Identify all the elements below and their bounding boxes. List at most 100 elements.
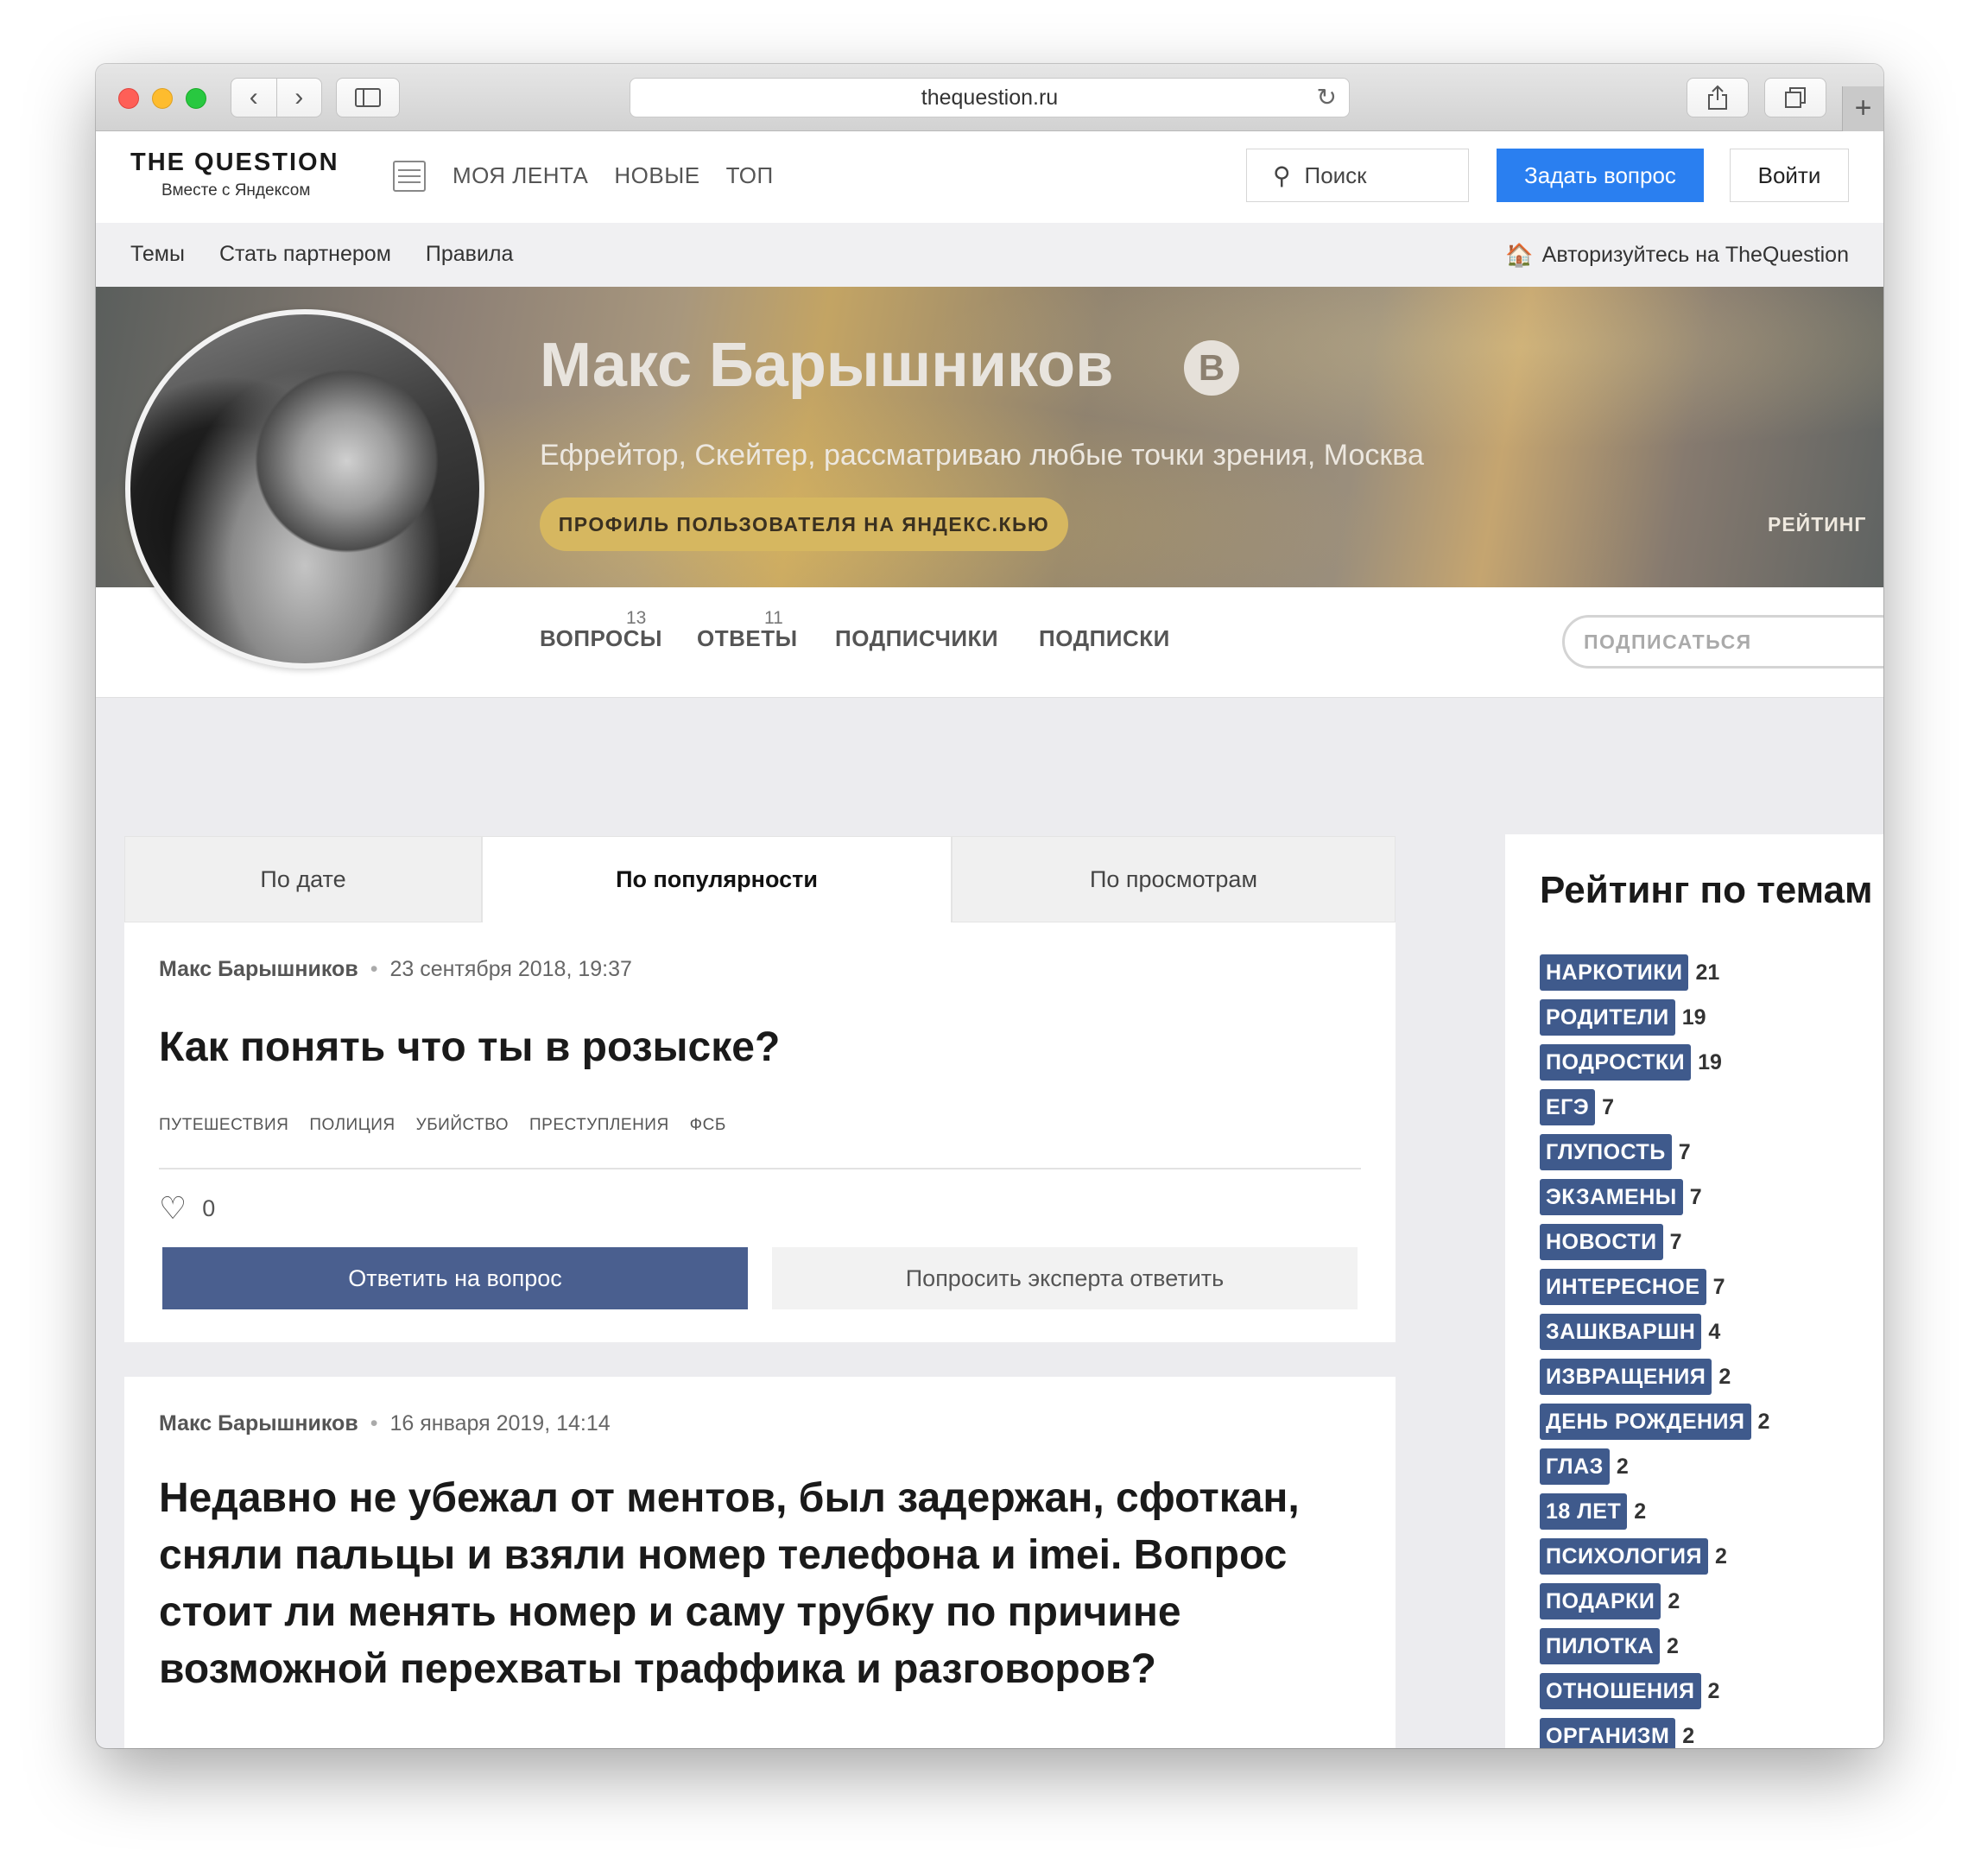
like-count: 0 [202,1195,216,1221]
topic-rating-item: ПИЛОТКА 2 [1540,1624,1769,1669]
share-icon [1708,85,1727,110]
question-topics: ПУТЕШЕСТВИЯ ПОЛИЦИЯ УБИЙСТВО ПРЕСТУПЛЕНИ… [159,1116,726,1135]
topic-score: 2 [1668,1588,1680,1613]
topic-tag[interactable]: ПСИХОЛОГИЯ [1540,1538,1708,1575]
ask-expert-button[interactable]: Попросить эксперта ответить [772,1247,1358,1309]
nav-top[interactable]: ТОП [726,162,774,189]
topic-tag[interactable]: НАРКОТИКИ [1540,954,1689,991]
close-window-button[interactable] [118,88,139,109]
topic-rating-item: ЗАШКВАРШН 4 [1540,1309,1769,1354]
tab-by-popularity[interactable]: По популярности [482,836,952,922]
topic-rating-title: Рейтинг по темам [1540,869,1873,911]
topic-tag[interactable]: НОВОСТИ [1540,1224,1663,1260]
question-date: 23 сентября 2018, 19:37 [389,957,632,981]
topic-tag[interactable]: РОДИТЕЛИ [1540,999,1675,1036]
minimize-window-button[interactable] [152,88,173,109]
topic-rating-item: ЕГЭ 7 [1540,1085,1769,1130]
answer-question-button[interactable]: Ответить на вопрос [162,1247,748,1309]
topic-score: 2 [1757,1409,1770,1434]
browser-window: ‹ › thequestion.ru ↻ + THE QUESTION Вмес… [96,64,1883,1748]
topic-tag[interactable]: ДЕНЬ РОЖДЕНИЯ [1540,1404,1751,1440]
zoom-window-button[interactable] [186,88,206,109]
show-tabs-button[interactable] [1764,78,1826,117]
topic-tag[interactable]: ИЗВРАЩЕНИЯ [1540,1359,1712,1395]
topic-tag[interactable]: ПИЛОТКА [1540,1628,1661,1664]
topic-score: 2 [1718,1364,1731,1389]
site-logo[interactable]: THE QUESTION [130,149,339,177]
question-title[interactable]: Недавно не убежал от ментов, был задержа… [159,1470,1368,1698]
question-author[interactable]: Макс Барышников [159,1411,358,1436]
topic-score: 21 [1695,960,1720,985]
topic-tag[interactable]: ГЛУПОСТЬ [1540,1134,1672,1170]
topic-tag[interactable]: ЭКЗАМЕНЫ [1540,1179,1683,1215]
topic-score: 7 [1689,1184,1702,1209]
forward-arrow-icon[interactable]: › [277,79,322,117]
yandex-profile-button[interactable]: ПРОФИЛЬ ПОЛЬЗОВАТЕЛЯ НА ЯНДЕКС.КЬЮ [540,498,1068,551]
topic-score: 2 [1634,1499,1647,1524]
nav-my-feed[interactable]: МОЯ ЛЕНТА [453,162,588,189]
nav-new[interactable]: НОВЫЕ [614,162,699,189]
topic-rating-item: ОРГАНИЗМ 2 [1540,1714,1769,1748]
topic-rating-item: ИЗВРАЩЕНИЯ 2 [1540,1354,1769,1399]
link-rules[interactable]: Правила [426,242,514,267]
topic-score: 2 [1707,1678,1720,1703]
ask-question-button[interactable]: Задать вопрос [1497,149,1704,202]
back-arrow-icon[interactable]: ‹ [231,79,277,117]
topic-score: 19 [1698,1049,1722,1074]
topic-tag[interactable]: ИНТЕРЕСНОЕ [1540,1269,1706,1305]
topic-link[interactable]: ПУТЕШЕСТВИЯ [159,1116,288,1135]
topic-tag[interactable]: ГЛАЗ [1540,1448,1610,1485]
topic-tag[interactable]: ЗАШКВАРШН [1540,1314,1702,1350]
topic-rating-item: НАРКОТИКИ 21 [1540,950,1769,995]
card-divider [159,1168,1361,1169]
browser-titlebar: ‹ › thequestion.ru ↻ + [96,64,1883,131]
topic-rating-item: ОТНОШЕНИЯ 2 [1540,1669,1769,1714]
new-tab-button[interactable]: + [1842,86,1883,131]
site-header: THE QUESTION Вместе с Яндексом МОЯ ЛЕНТА… [96,131,1883,223]
topic-rating-item: ПСИХОЛОГИЯ 2 [1540,1534,1769,1579]
topic-tag[interactable]: ЕГЭ [1540,1089,1596,1125]
stat-answers[interactable]: ОТВЕТЫ [697,625,798,652]
topic-rating-item: РОДИТЕЛИ 19 [1540,995,1769,1040]
topic-score: 7 [1678,1139,1691,1164]
topic-tag[interactable]: 18 ЛЕТ [1540,1493,1628,1530]
topic-score: 2 [1682,1723,1695,1748]
stat-following[interactable]: ПОДПИСКИ [1039,625,1170,652]
reload-icon[interactable]: ↻ [1317,79,1337,117]
heart-icon[interactable]: ♡ [159,1190,187,1226]
main-nav: МОЯ ЛЕНТА НОВЫЕ ТОП [453,162,774,189]
topic-link[interactable]: ПРЕСТУПЛЕНИЯ [529,1116,669,1135]
topic-rating-item: ПОДРОСТКИ 19 [1540,1040,1769,1085]
topic-score: 4 [1708,1319,1721,1344]
subscribe-button[interactable]: ПОДПИСАТЬСЯ [1562,615,1883,669]
question-author[interactable]: Макс Барышников [159,957,358,981]
stat-questions[interactable]: ВОПРОСЫ [540,625,662,652]
avatar [125,309,484,669]
link-topics[interactable]: Темы [130,242,185,267]
topic-link[interactable]: УБИЙСТВО [416,1116,509,1135]
login-button[interactable]: Войти [1730,149,1849,202]
topic-tag[interactable]: ПОДРОСТКИ [1540,1044,1692,1081]
topic-tag[interactable]: ОТНОШЕНИЯ [1540,1673,1701,1709]
share-button[interactable] [1687,78,1749,117]
address-bar[interactable]: thequestion.ru ↻ [630,78,1350,117]
tab-by-date[interactable]: По дате [124,836,482,922]
topic-tag[interactable]: ОРГАНИЗМ [1540,1718,1676,1748]
tab-by-views[interactable]: По просмотрам [952,836,1396,922]
meta-separator: • [370,1411,378,1436]
stat-followers[interactable]: ПОДПИСЧИКИ [835,625,998,652]
feed-icon[interactable] [393,161,426,192]
rating-tab[interactable]: РЕЙТИНГ [1768,513,1866,536]
topic-link[interactable]: ФСБ [690,1116,726,1135]
topic-rating-item: ДЕНЬ РОЖДЕНИЯ 2 [1540,1399,1769,1444]
link-become-partner[interactable]: Стать партнером [219,242,391,267]
sidebar-toggle-button[interactable] [336,78,400,117]
question-title[interactable]: Как понять что ты в розыске? [159,1019,1368,1076]
search-input[interactable]: ⚲ Поиск [1246,149,1469,202]
search-icon: ⚲ [1273,162,1291,189]
topic-link[interactable]: ПОЛИЦИЯ [309,1116,395,1135]
auth-prompt-link[interactable]: 🏠 Авторизуйтесь на TheQuestion [1505,242,1849,269]
question-meta: Макс Барышников • 23 сентября 2018, 19:37 [159,957,632,982]
topic-tag[interactable]: ПОДАРКИ [1540,1583,1661,1619]
like-control[interactable]: ♡ 0 [159,1190,215,1226]
